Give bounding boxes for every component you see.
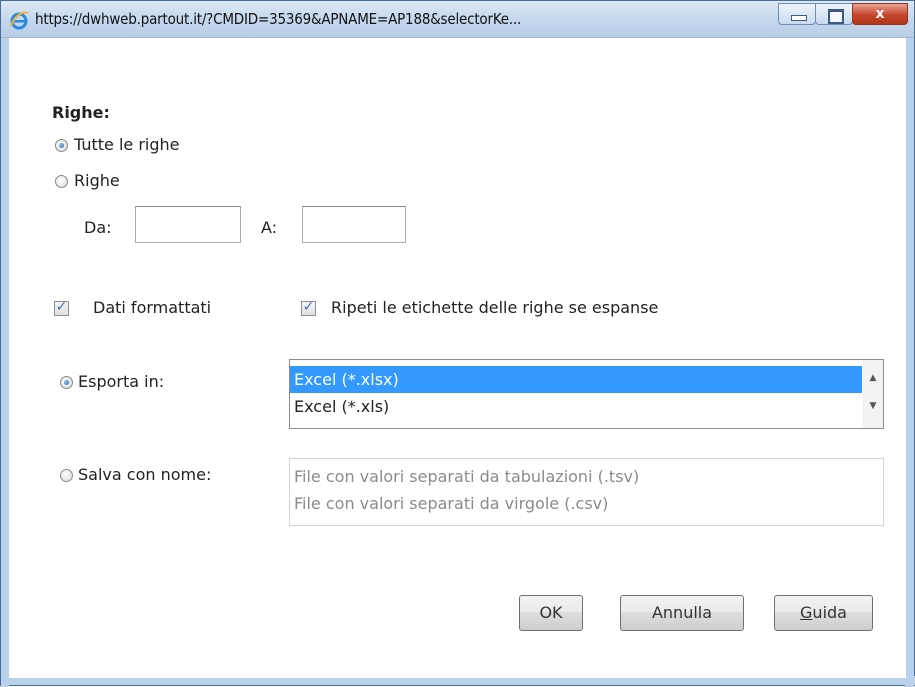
formatted-data-checkbox[interactable]: ✓ [54, 299, 69, 316]
internet-explorer-icon [10, 11, 29, 30]
list-item[interactable]: Excel (*.xlsx) [290, 366, 862, 393]
checkmark-icon: ✓ [302, 299, 315, 315]
export-list-scrollbar[interactable]: ▲ ▼ [863, 360, 883, 428]
help-button[interactable]: Guida [774, 595, 873, 631]
dialog-content: Righe: Tutte le righe Righe Da: A: ✓ Dat… [9, 38, 906, 678]
maximize-button[interactable] [815, 3, 853, 25]
maximize-icon [828, 9, 844, 24]
list-item[interactable]: File con valori separati da tabulazioni … [290, 463, 883, 490]
save-as-format-list[interactable]: File con valori separati da tabulazioni … [289, 458, 884, 526]
dialog-window: https://dwhweb.partout.it/?CMDID=35369&A… [0, 0, 915, 687]
repeat-labels-label[interactable]: Ripeti le etichette delle righe se espan… [331, 298, 658, 317]
minimize-button[interactable] [778, 3, 816, 25]
close-icon: x [875, 6, 885, 22]
scroll-down-arrow-icon[interactable]: ▼ [863, 396, 883, 416]
to-label: A: [261, 218, 278, 237]
radio-row-range[interactable] [55, 175, 68, 188]
help-label: uida [812, 603, 847, 622]
radio-save-as-label[interactable]: Salva con nome: [78, 465, 211, 484]
cancel-button[interactable]: Annulla [620, 595, 744, 631]
close-button[interactable]: x [852, 3, 908, 25]
scroll-up-arrow-icon[interactable]: ▲ [863, 368, 883, 388]
export-format-list[interactable]: Excel (*.xlsx) Excel (*.xls) ▲ ▼ [289, 359, 884, 429]
ok-button[interactable]: OK [519, 595, 583, 631]
formatted-data-label[interactable]: Dati formattati [93, 298, 211, 317]
window-frame-right [905, 38, 914, 687]
window-title: https://dwhweb.partout.it/?CMDID=35369&A… [35, 10, 522, 28]
list-item[interactable]: Excel (*.xls) [290, 393, 883, 420]
radio-export[interactable] [60, 376, 73, 389]
from-label: Da: [84, 218, 112, 237]
help-accelerator: G [800, 603, 813, 622]
radio-all-rows-label[interactable]: Tutte le righe [74, 135, 180, 154]
minimize-icon [791, 15, 807, 21]
list-item[interactable]: File con valori separati da virgole (.cs… [290, 490, 883, 517]
rows-heading: Righe: [52, 103, 110, 122]
radio-save-as[interactable] [60, 469, 73, 482]
window-controls: x [778, 3, 908, 25]
repeat-labels-checkbox[interactable]: ✓ [301, 299, 316, 316]
to-row-input[interactable] [302, 206, 406, 243]
checkmark-icon: ✓ [55, 299, 68, 315]
radio-row-range-label[interactable]: Righe [74, 171, 120, 190]
from-row-input[interactable] [135, 206, 241, 243]
radio-all-rows[interactable] [55, 139, 68, 152]
radio-export-label[interactable]: Esporta in: [78, 372, 164, 391]
title-bar[interactable]: https://dwhweb.partout.it/?CMDID=35369&A… [1, 1, 914, 38]
window-frame-left [1, 38, 9, 687]
